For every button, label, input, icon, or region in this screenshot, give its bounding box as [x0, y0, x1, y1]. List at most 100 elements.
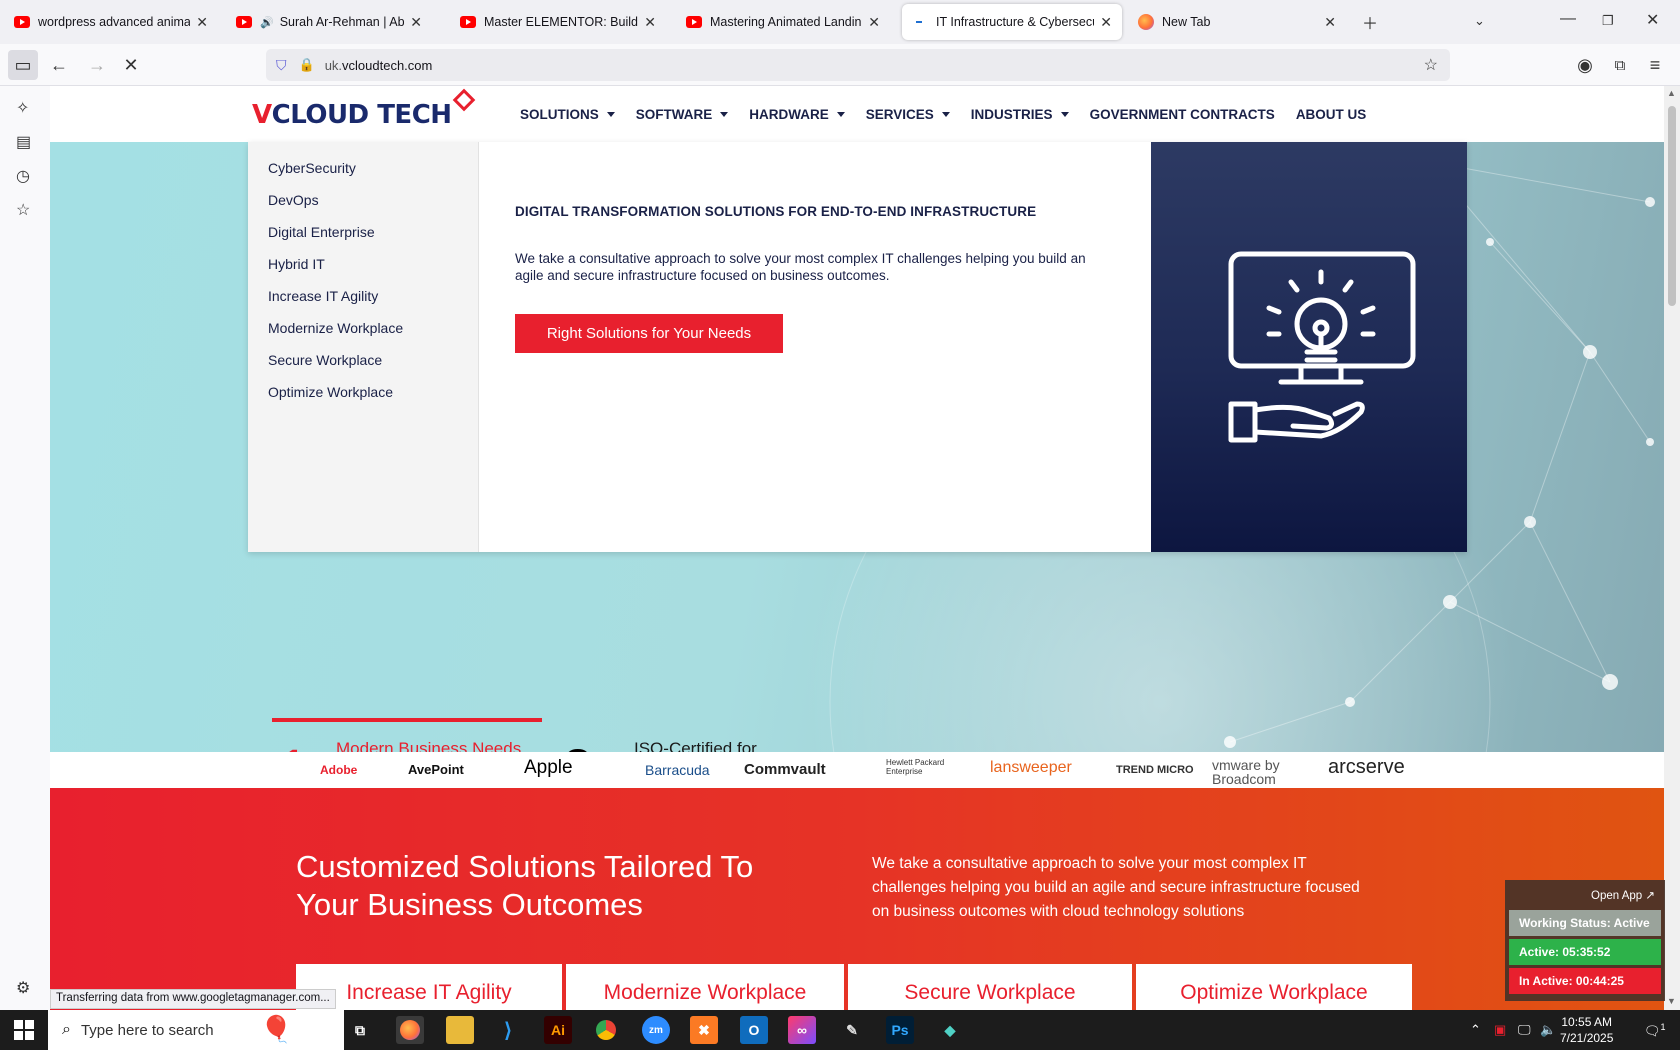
forward-arrow-icon[interactable]: →	[82, 50, 112, 80]
nav-software[interactable]: SOFTWARE	[636, 107, 729, 122]
taskbar-search-box[interactable]: ⌕ Type here to search 🎈	[48, 1010, 344, 1050]
right-solutions-button[interactable]: Right Solutions for Your Needs	[515, 314, 783, 353]
scroll-down-arrow-icon[interactable]: ▼	[1667, 996, 1676, 1006]
network-tray-icon[interactable]: 🖵	[1518, 1022, 1531, 1038]
menu-item-cybersecurity[interactable]: CyberSecurity	[268, 160, 356, 176]
nav-hardware[interactable]: HARDWARE	[749, 107, 845, 122]
tab-master-elementor[interactable]: Master ELEMENTOR: Build a Re ✕	[450, 4, 666, 40]
menu-item-hybrid-it[interactable]: Hybrid IT	[268, 256, 325, 272]
sidebar-toggle-icon[interactable]: ▭	[8, 50, 38, 80]
speaker-icon[interactable]: 🔊	[260, 16, 274, 29]
xampp-icon[interactable]: ✖	[690, 1016, 718, 1044]
volume-tray-icon[interactable]: 🔈	[1540, 1022, 1556, 1038]
page-scrollbar[interactable]: ▲ ▼	[1664, 86, 1680, 1010]
avepoint-logo: AvePoint	[408, 762, 464, 777]
tab-title: wordpress advanced animation	[38, 15, 191, 29]
mega-menu-content: DIGITAL TRANSFORMATION SOLUTIONS FOR END…	[479, 142, 1151, 552]
bookmark-star-icon[interactable]: ☆	[1424, 55, 1438, 75]
vcloudtech-logo[interactable]: VCLOUD TECH	[252, 88, 475, 130]
nav-solutions[interactable]: SOLUTIONS	[520, 107, 615, 122]
monitor-lightbulb-hand-icon	[1228, 251, 1416, 443]
card-secure-workplace[interactable]: Secure Workplace	[848, 964, 1132, 1010]
taskbar-clock[interactable]: 10:55 AM 7/21/2025	[1560, 1014, 1613, 1046]
mega-menu-list: CyberSecurity DevOps Digital Enterprise …	[248, 142, 479, 552]
customized-solutions-section: Customized Solutions Tailored To Your Bu…	[50, 788, 1664, 1010]
nav-government-contracts[interactable]: GOVERNMENT CONTRACTS	[1090, 107, 1275, 122]
minimize-window-icon[interactable]: —	[1560, 10, 1576, 28]
notification-center-icon[interactable]: 🗨1	[1644, 1022, 1666, 1039]
tab-surah-ar-rehman[interactable]: 🔊 Surah Ar-Rehman | Abdul R ✕	[226, 4, 432, 40]
ai-sparkle-icon[interactable]: ✧	[16, 98, 29, 118]
tab-title: New Tab	[1162, 15, 1211, 29]
close-tab-icon[interactable]: ✕	[410, 14, 422, 31]
search-placeholder: Type here to search	[80, 1021, 214, 1039]
tracking-protection-shield-icon[interactable]: ⛉	[276, 57, 287, 74]
new-tab-plus-icon[interactable]: ＋	[1362, 10, 1378, 34]
close-tab-icon[interactable]: ✕	[868, 14, 880, 31]
restore-window-icon[interactable]: ❐	[1602, 13, 1614, 29]
tab-strip: wordpress advanced animation ✕ 🔊 Surah A…	[0, 0, 1680, 44]
list-all-tabs-chevron-icon[interactable]: ⌄	[1474, 13, 1485, 29]
history-clock-icon[interactable]: ◷	[16, 166, 30, 186]
address-bar[interactable]: ⛉ 🔒 uk.vcloudtech.com ☆	[266, 49, 1450, 81]
chrome-icon[interactable]	[592, 1016, 620, 1044]
sidebar-settings-gear-icon[interactable]: ⚙	[16, 978, 30, 998]
vscode-icon[interactable]: ⟩	[494, 1016, 522, 1044]
menu-item-secure-workplace[interactable]: Secure Workplace	[268, 352, 382, 368]
menu-item-modernize-workplace[interactable]: Modernize Workplace	[268, 320, 403, 336]
task-view-icon[interactable]: ⧉	[346, 1016, 374, 1044]
nav-industries[interactable]: INDUSTRIES	[971, 107, 1069, 122]
menu-item-increase-it-agility[interactable]: Increase IT Agility	[268, 288, 378, 304]
account-icon[interactable]: ◉	[1570, 50, 1600, 80]
card-increase-it-agility[interactable]: Increase IT Agility	[296, 964, 562, 1010]
close-tab-icon[interactable]: ✕	[1100, 14, 1112, 31]
trend-micro-logo: TREND MICRO	[1116, 764, 1194, 776]
arcserve-logo: arcserve	[1328, 756, 1405, 778]
logo-v: V	[252, 100, 272, 130]
card-modernize-workplace[interactable]: Modernize Workplace	[566, 964, 844, 1010]
balloons-decoration-icon: 🎈	[260, 1014, 293, 1044]
menu-item-devops[interactable]: DevOps	[268, 192, 319, 208]
nav-label: INDUSTRIES	[970, 106, 1053, 122]
inactive-time-row: In Active: 00:44:25	[1509, 968, 1661, 994]
nav-about-us[interactable]: ABOUT US	[1296, 107, 1367, 122]
back-arrow-icon[interactable]: ←	[44, 50, 74, 80]
file-explorer-icon[interactable]	[446, 1016, 474, 1044]
scroll-up-arrow-icon[interactable]: ▲	[1667, 88, 1676, 98]
firefox-taskbar-icon[interactable]	[396, 1016, 424, 1044]
tab-vcloudtech-active[interactable]: IT Infrastructure & Cybersecurit ✕	[902, 4, 1122, 40]
extensions-puzzle-icon[interactable]: ⧉	[1605, 50, 1635, 80]
open-app-link[interactable]: Open App ↗	[1591, 888, 1655, 902]
windows-start-icon[interactable]	[14, 1020, 34, 1040]
tab-mastering-animated[interactable]: Mastering Animated Landing Pa ✕	[676, 4, 890, 40]
menu-hamburger-icon[interactable]: ≡	[1640, 50, 1670, 80]
url-text[interactable]: uk.vcloudtech.com	[325, 58, 433, 73]
tab-new-tab[interactable]: New Tab ✕	[1128, 4, 1346, 40]
lock-icon[interactable]: 🔒	[299, 57, 315, 73]
photoshop-icon[interactable]: Ps	[886, 1016, 914, 1044]
card-optimize-workplace[interactable]: Optimize Workplace	[1136, 964, 1412, 1010]
illustrator-icon[interactable]: Ai	[544, 1016, 572, 1044]
youtube-icon	[460, 16, 476, 28]
pen-tool-icon[interactable]: ✎	[838, 1016, 866, 1044]
creative-cloud-icon[interactable]: ∞	[788, 1016, 816, 1044]
tab-wordpress-animation[interactable]: wordpress advanced animation ✕	[4, 4, 218, 40]
show-hidden-icons-chevron[interactable]: ⌃	[1470, 1022, 1481, 1038]
close-tab-icon[interactable]: ✕	[644, 14, 656, 31]
app-diamond-icon[interactable]: ◆	[936, 1016, 964, 1044]
synced-tabs-icon[interactable]: ▤	[16, 132, 31, 152]
scrollbar-thumb[interactable]	[1668, 106, 1676, 306]
zoom-icon[interactable]: zm	[642, 1016, 670, 1044]
clock-date: 7/21/2025	[1560, 1031, 1614, 1045]
close-tab-icon[interactable]: ✕	[1324, 14, 1336, 31]
menu-item-digital-enterprise[interactable]: Digital Enterprise	[268, 224, 375, 240]
bookmarks-star-icon[interactable]: ☆	[16, 200, 30, 220]
close-tab-icon[interactable]: ✕	[196, 14, 208, 31]
security-tray-icon[interactable]: ▣	[1494, 1022, 1506, 1038]
close-window-icon[interactable]: ✕	[1646, 10, 1659, 30]
stop-loading-icon[interactable]: ✕	[116, 50, 146, 80]
menu-item-optimize-workplace[interactable]: Optimize Workplace	[268, 384, 393, 400]
caret-down-icon	[1060, 111, 1069, 117]
outlook-icon[interactable]: O	[740, 1016, 768, 1044]
nav-services[interactable]: SERVICES	[866, 107, 950, 122]
